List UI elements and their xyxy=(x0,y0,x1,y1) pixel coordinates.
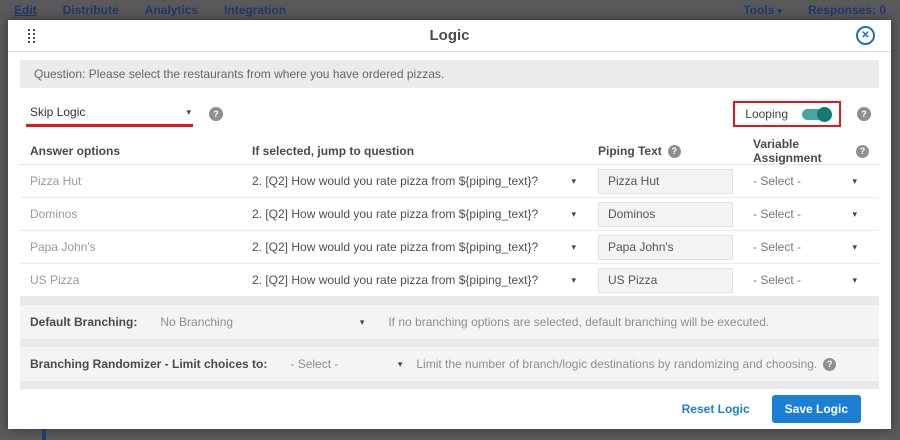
piping-text-input[interactable] xyxy=(598,235,733,260)
variable-assignment-value: - Select - xyxy=(753,273,801,287)
jump-question-value: 2. [Q2] How would you rate pizza from ${… xyxy=(252,273,538,287)
help-icon[interactable]: ? xyxy=(857,107,871,121)
logic-modal: Logic ✕ Question: Please select the rest… xyxy=(8,20,891,429)
variable-assignment-select[interactable]: - Select - ▾ xyxy=(753,273,869,287)
chevron-down-icon: ▾ xyxy=(571,242,576,253)
variable-assignment-value: - Select - xyxy=(753,174,801,188)
table-header-row: Answer options If selected, jump to ques… xyxy=(20,137,879,165)
chevron-down-icon: ▾ xyxy=(852,275,857,286)
variable-assignment-value: - Select - xyxy=(753,207,801,221)
nav-tab-distribute[interactable]: Distribute xyxy=(63,3,119,17)
help-icon[interactable]: ? xyxy=(856,145,869,158)
jump-question-select[interactable]: 2. [Q2] How would you rate pizza from ${… xyxy=(252,174,598,188)
branching-table: Answer options If selected, jump to ques… xyxy=(20,137,879,297)
looping-toggle[interactable] xyxy=(802,109,829,120)
chevron-down-icon: ▾ xyxy=(571,209,576,220)
close-icon[interactable]: ✕ xyxy=(856,26,875,45)
piping-text-input[interactable] xyxy=(598,202,733,227)
table-row: Pizza Hut 2. [Q2] How would you rate piz… xyxy=(20,165,879,198)
piping-text-input[interactable] xyxy=(598,268,733,293)
default-branching-section: Default Branching: No Branching ▾ If no … xyxy=(20,305,879,339)
tools-menu-label: Tools xyxy=(743,3,774,17)
nav-tabs: Edit Distribute Analytics Integration xyxy=(14,3,286,17)
answer-option-label: Dominos xyxy=(30,207,252,221)
chevron-down-icon: ▾ xyxy=(571,176,576,187)
chevron-down-icon: ▾ xyxy=(852,209,857,220)
question-banner: Question: Please select the restaurants … xyxy=(20,60,879,88)
default-branching-description: If no branching options are selected, de… xyxy=(388,315,769,329)
responses-count[interactable]: Responses: 0 xyxy=(808,3,886,17)
nav-tab-analytics[interactable]: Analytics xyxy=(145,3,198,17)
annotation-underline xyxy=(26,124,193,127)
chevron-down-icon: ▾ xyxy=(360,317,365,328)
jump-question-select[interactable]: 2. [Q2] How would you rate pizza from ${… xyxy=(252,240,598,254)
randomizer-label: Branching Randomizer - Limit choices to: xyxy=(30,357,267,371)
column-header-piping: Piping Text? xyxy=(598,144,753,158)
default-branching-label: Default Branching: xyxy=(30,315,137,329)
nav-tab-integration[interactable]: Integration xyxy=(224,3,286,17)
chevron-down-icon: ▾ xyxy=(852,176,857,187)
randomizer-description: Limit the number of branch/logic destina… xyxy=(416,357,836,371)
column-header-jump: If selected, jump to question xyxy=(252,144,598,158)
column-header-piping-label: Piping Text xyxy=(598,144,662,158)
modal-header: Logic ✕ xyxy=(8,20,891,52)
chevron-down-icon: ▾ xyxy=(852,242,857,253)
default-branching-value: No Branching xyxy=(160,315,233,329)
logic-type-select[interactable]: Skip Logic ▾ xyxy=(28,103,193,125)
help-icon[interactable]: ? xyxy=(668,145,681,158)
piping-text-input[interactable] xyxy=(598,169,733,194)
backdrop-blue-mark xyxy=(42,429,46,440)
randomizer-description-text: Limit the number of branch/logic destina… xyxy=(416,357,817,371)
reset-logic-button[interactable]: Reset Logic xyxy=(682,402,750,416)
tools-menu[interactable]: Tools▾ xyxy=(743,3,782,17)
nav-tab-edit[interactable]: Edit xyxy=(14,3,37,17)
drag-handle-icon[interactable] xyxy=(28,29,30,31)
jump-question-value: 2. [Q2] How would you rate pizza from ${… xyxy=(252,174,538,188)
logic-type-value: Skip Logic xyxy=(30,105,85,119)
variable-assignment-select[interactable]: - Select - ▾ xyxy=(753,174,869,188)
jump-question-select[interactable]: 2. [Q2] How would you rate pizza from ${… xyxy=(252,273,598,287)
chevron-down-icon: ▾ xyxy=(777,6,782,16)
modal-footer: Reset Logic Save Logic xyxy=(20,389,879,429)
table-row: Dominos 2. [Q2] How would you rate pizza… xyxy=(20,198,879,231)
variable-assignment-select[interactable]: - Select - ▾ xyxy=(753,240,869,254)
chevron-down-icon: ▾ xyxy=(186,107,191,118)
column-header-variable: Variable Assignment? xyxy=(753,137,869,165)
randomizer-value: - Select - xyxy=(290,357,338,371)
jump-question-select[interactable]: 2. [Q2] How would you rate pizza from ${… xyxy=(252,207,598,221)
variable-assignment-value: - Select - xyxy=(753,240,801,254)
randomizer-select[interactable]: - Select - ▾ xyxy=(290,357,402,371)
answer-option-label: Papa John's xyxy=(30,240,252,254)
chevron-down-icon: ▾ xyxy=(571,275,576,286)
looping-label: Looping xyxy=(745,107,788,121)
answer-option-label: Pizza Hut xyxy=(30,174,252,188)
table-row: Papa John's 2. [Q2] How would you rate p… xyxy=(20,231,879,264)
toggle-knob-icon xyxy=(817,107,832,122)
modal-title: Logic xyxy=(8,27,891,44)
top-nav-bar: Edit Distribute Analytics Integration To… xyxy=(0,0,900,20)
help-icon[interactable]: ? xyxy=(209,107,223,121)
table-row: US Pizza 2. [Q2] How would you rate pizz… xyxy=(20,264,879,297)
jump-question-value: 2. [Q2] How would you rate pizza from ${… xyxy=(252,240,538,254)
annotation-box: Looping xyxy=(733,101,841,127)
help-icon[interactable]: ? xyxy=(823,358,836,371)
jump-question-value: 2. [Q2] How would you rate pizza from ${… xyxy=(252,207,538,221)
variable-assignment-select[interactable]: - Select - ▾ xyxy=(753,207,869,221)
save-logic-button[interactable]: Save Logic xyxy=(772,395,861,423)
column-header-answer: Answer options xyxy=(30,144,252,158)
column-header-variable-label: Variable Assignment xyxy=(753,137,850,165)
default-branching-select[interactable]: No Branching ▾ xyxy=(160,315,364,329)
chevron-down-icon: ▾ xyxy=(398,359,403,370)
answer-option-label: US Pizza xyxy=(30,273,252,287)
branching-randomizer-section: Branching Randomizer - Limit choices to:… xyxy=(20,347,879,381)
